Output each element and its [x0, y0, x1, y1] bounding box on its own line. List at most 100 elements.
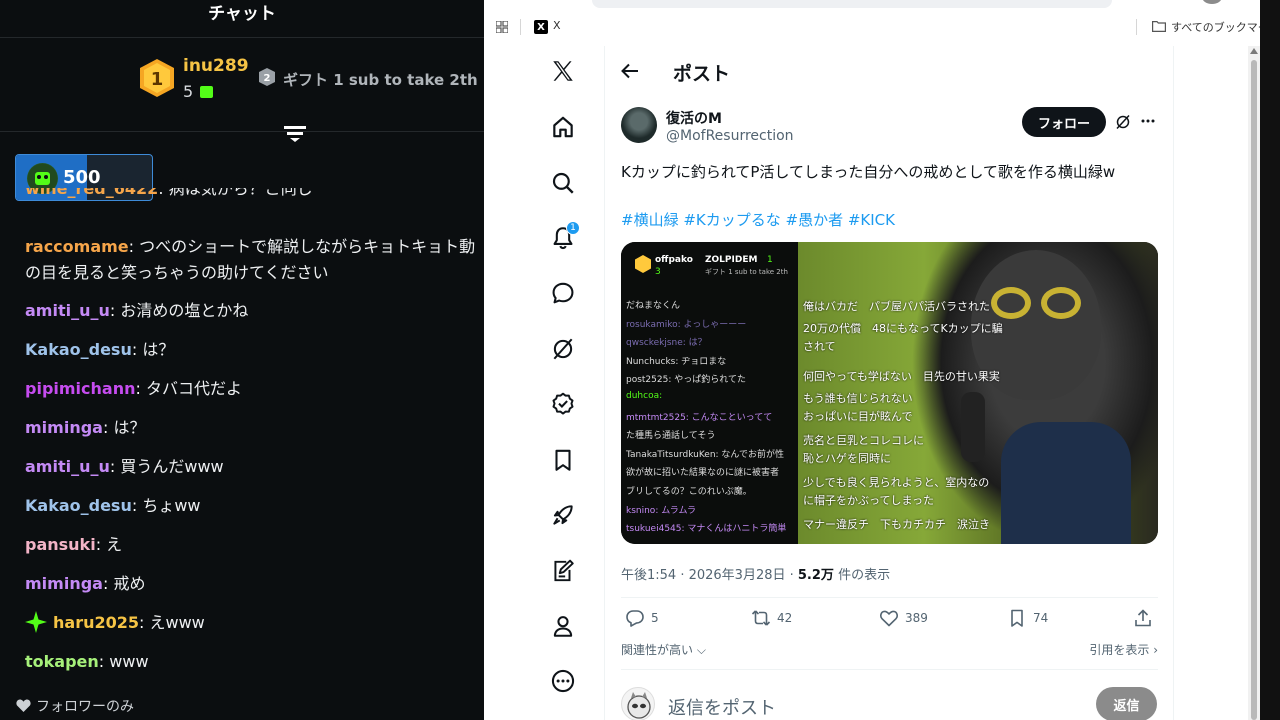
- more-circle-icon: [551, 669, 575, 693]
- message-icon: [552, 282, 574, 304]
- nav-grok[interactable]: [546, 332, 580, 366]
- chat-message: tokapen: www: [25, 652, 149, 671]
- nav-bookmarks[interactable]: [546, 443, 580, 477]
- reply-avatar[interactable]: [621, 687, 655, 720]
- scroll-up-arrow-icon[interactable]: [1250, 48, 1258, 54]
- media-chat-line: Nunchucks: ヂョロまな: [626, 356, 727, 367]
- media-chat-line: tsukuei4545: マナくんはハニトラ簡単: [626, 524, 787, 535]
- repost-action[interactable]: 42: [751, 608, 792, 628]
- nav-messages[interactable]: [546, 276, 580, 310]
- chat-message: pansuki: え: [25, 535, 123, 554]
- chat-username[interactable]: haru2025: [53, 613, 139, 632]
- chevron-right-icon: ›: [1153, 643, 1158, 657]
- chat-message: raccomame: つべのショートで解説しながらキョトキョト動: [25, 237, 476, 256]
- chat-username[interactable]: amiti_u_u: [25, 301, 110, 320]
- media-chat-line: ksnino: ムラムラ: [626, 505, 697, 516]
- reply-sort-row: 関連性が高い ⌵ 引用を表示 ›: [621, 641, 1158, 661]
- bookmark-count: 74: [1033, 611, 1049, 625]
- chat-username[interactable]: pansuki: [25, 535, 96, 554]
- nav-home[interactable]: [546, 110, 580, 144]
- post-text: Kカップに釣られてP活してしまった自分への戒めとして歌を作る横山緑w: [621, 163, 1116, 181]
- nav-notifications[interactable]: 1: [546, 221, 580, 255]
- media-chat-line: duhcoa:: [626, 391, 663, 401]
- chat-message-partial: wine_red_6422: 病は気から？ご同じ: [25, 188, 313, 202]
- raccoon-avatar-icon: [627, 692, 651, 719]
- chat-username[interactable]: Kakao_desu: [25, 340, 132, 359]
- author-name[interactable]: 復活のM: [666, 108, 722, 128]
- address-bar[interactable]: [592, 0, 1112, 8]
- x-bookmark-icon[interactable]: X: [534, 20, 548, 34]
- leader-second-text: ギフト 1 sub to take 2th: [283, 71, 478, 89]
- chat-message: haru2025: えwww: [25, 610, 205, 636]
- nav-verified[interactable]: [546, 387, 580, 421]
- browser-window: X X すべてのブックマーク 1: [484, 0, 1260, 720]
- more-icon[interactable]: [1141, 118, 1155, 124]
- chat-header: チャット: [0, 0, 484, 38]
- like-action[interactable]: 389: [879, 608, 928, 628]
- star-icon: [25, 611, 47, 633]
- nav-jobs[interactable]: [546, 498, 580, 532]
- chat-text: 戒め: [113, 574, 146, 593]
- silver-medal-icon: 2: [259, 68, 275, 86]
- chat-username[interactable]: miminga: [25, 418, 103, 437]
- chat-text: は？: [113, 418, 146, 437]
- nav-more[interactable]: [546, 664, 580, 698]
- chat-text: 買うんだwww: [120, 457, 224, 476]
- media-lyric-line: 俺はバカだ パブ屋パパ活バラされた: [803, 300, 990, 313]
- post-views: 5.2万: [797, 568, 834, 583]
- chat-message: miminga: は？: [25, 418, 146, 437]
- media-chat-line: た種馬ら通話してそう: [626, 431, 716, 442]
- media-lyric-line: 20万の代償 48にもなってKカップに騙: [803, 322, 1003, 335]
- back-arrow-icon[interactable]: [619, 61, 641, 81]
- bookmark-action[interactable]: 74: [1007, 608, 1048, 628]
- chat-username[interactable]: tokapen: [25, 652, 99, 671]
- media-chat-line: だねまなくん: [626, 301, 681, 311]
- share-action[interactable]: [1133, 608, 1159, 628]
- chat-username[interactable]: pipimichann: [25, 379, 135, 398]
- leader-name[interactable]: inu289: [183, 56, 249, 76]
- reply-input[interactable]: 返信をポスト: [668, 694, 776, 720]
- desktop-edge: [1260, 0, 1280, 720]
- post-media[interactable]: offpako 3 ZOLPIDEM 1 ギフト 1 sub to take 2…: [621, 242, 1158, 544]
- author-handle[interactable]: @MofResurrection: [666, 128, 794, 144]
- profile-avatar[interactable]: [1202, 0, 1222, 4]
- media-chat-line: TanakaTitsurdkuKen: なんでお前が性: [626, 449, 784, 460]
- apps-grid-icon[interactable]: [496, 21, 508, 33]
- nav-explore[interactable]: [546, 166, 580, 200]
- chat-username[interactable]: amiti_u_u: [25, 457, 110, 476]
- sort-dropdown[interactable]: 関連性が高い ⌵: [621, 641, 706, 658]
- post-time[interactable]: 午後1:54 · 2026年3月28日 ·: [621, 568, 798, 583]
- author-avatar[interactable]: [621, 107, 657, 143]
- like-count: 389: [905, 611, 928, 625]
- repost-count: 42: [777, 611, 793, 625]
- chat-text: お清めの塩とかね: [120, 301, 249, 320]
- media-chat-line: ブリしてるの？このれいぷ魔。: [626, 487, 752, 497]
- scrollbar[interactable]: [1248, 46, 1260, 720]
- chat-username[interactable]: miminga: [25, 574, 103, 593]
- grok-icon: [553, 338, 573, 360]
- chat-username[interactable]: Kakao_desu: [25, 496, 132, 515]
- all-bookmarks-link[interactable]: すべてのブックマーク: [1171, 19, 1260, 35]
- x-bookmark-label[interactable]: X: [553, 19, 561, 32]
- x-logo-icon: [553, 61, 573, 81]
- view-quotes-link[interactable]: 引用を表示 ›: [1089, 641, 1158, 658]
- grok-icon[interactable]: [1115, 114, 1131, 130]
- collapse-icon[interactable]: [284, 122, 306, 142]
- chat-message: Kakao_desu: ちょww: [25, 496, 201, 515]
- nav-articles[interactable]: [546, 554, 580, 588]
- x-logo[interactable]: [546, 54, 580, 88]
- chat-username[interactable]: wine_red_6422: [25, 188, 158, 198]
- nav-profile[interactable]: [546, 609, 580, 643]
- media-chat-line: qwsckekjsne: は？: [626, 338, 707, 349]
- post-hashtags[interactable]: #横山緑 #Kカップるな #愚か者 #KICK: [621, 209, 895, 230]
- media-chat-gift: ギフト 1 sub to take 2th: [705, 268, 788, 276]
- follow-button[interactable]: フォロー: [1022, 107, 1106, 137]
- folder-icon[interactable]: [1152, 21, 1166, 32]
- chat-username[interactable]: raccomame: [25, 237, 129, 256]
- reply-button[interactable]: 返信: [1096, 687, 1157, 720]
- reply-action[interactable]: 5: [625, 608, 659, 628]
- scroll-thumb[interactable]: [1251, 60, 1257, 720]
- chevron-down-icon: ⌵: [696, 643, 706, 657]
- chat-title: チャット: [208, 4, 276, 24]
- media-shirt: [1001, 422, 1131, 544]
